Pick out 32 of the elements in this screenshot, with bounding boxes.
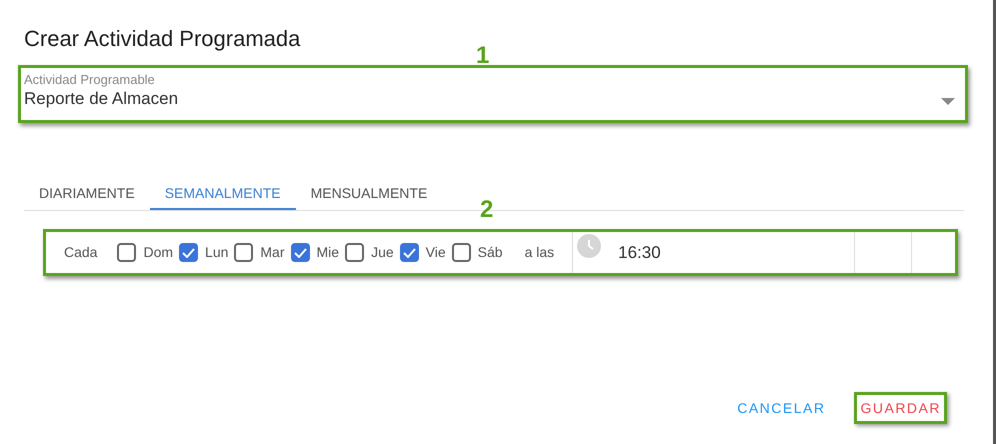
day-checkbox[interactable] bbox=[179, 243, 198, 262]
tab[interactable]: SEMANALMENTE bbox=[150, 178, 296, 210]
every-label: Cada bbox=[64, 243, 98, 262]
tab[interactable]: MENSUALMENTE bbox=[296, 178, 442, 210]
day-checkbox[interactable] bbox=[452, 243, 471, 262]
day-checkbox[interactable] bbox=[400, 243, 419, 262]
day-checkbox[interactable] bbox=[234, 243, 254, 262]
day-label: Dom bbox=[143, 243, 174, 262]
check-icon bbox=[402, 248, 416, 258]
day-checkbox[interactable] bbox=[345, 243, 364, 262]
time-field[interactable]: 16:30 bbox=[572, 232, 856, 273]
day-label: Lun bbox=[205, 243, 228, 262]
time-value: 16:30 bbox=[618, 242, 661, 264]
day-checkbox[interactable] bbox=[290, 243, 310, 262]
day-label: Mar bbox=[260, 243, 285, 262]
at-label: a las bbox=[524, 243, 554, 262]
clock-icon bbox=[577, 234, 602, 258]
check-icon bbox=[182, 248, 196, 258]
save-button[interactable]: GUARDAR bbox=[854, 392, 947, 424]
day-label: Vie bbox=[426, 243, 446, 262]
activity-select[interactable]: Actividad Programable Reporte de Almacen bbox=[18, 65, 968, 123]
dialog-title: Crear Actividad Programada bbox=[24, 25, 300, 53]
select-value: Reporte de Almacen bbox=[24, 88, 178, 110]
day-label: Mie bbox=[316, 243, 340, 262]
day-checkbox[interactable] bbox=[117, 243, 136, 262]
dropdown-caret-icon bbox=[941, 98, 955, 105]
day-label: Sáb bbox=[478, 243, 503, 262]
day-label: Jue bbox=[371, 243, 394, 262]
tab[interactable]: DIARIAMENTE bbox=[24, 178, 150, 210]
check-icon bbox=[294, 248, 307, 258]
annotation-number: 2 bbox=[480, 195, 494, 225]
select-label: Actividad Programable bbox=[24, 71, 155, 89]
